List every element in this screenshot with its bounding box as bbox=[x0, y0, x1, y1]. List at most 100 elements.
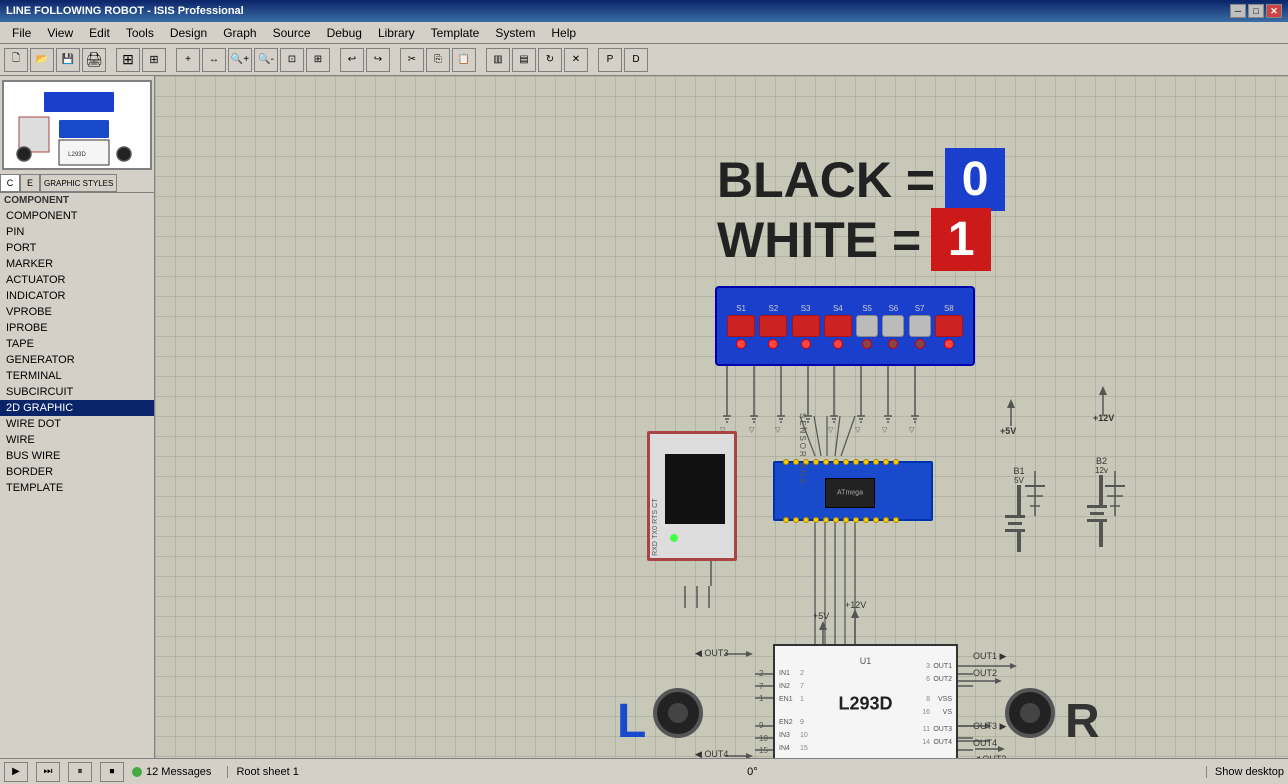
sensor-s7: S7 bbox=[909, 304, 931, 349]
white-value-box: 1 bbox=[931, 208, 991, 271]
block-move[interactable]: ▤ bbox=[512, 48, 536, 72]
out1-label: OUT1 ▶ bbox=[973, 651, 1006, 662]
menu-help[interactable]: Help bbox=[543, 24, 584, 42]
sensor-s5: S5 bbox=[856, 304, 878, 349]
component-list: COMPONENT PIN PORT MARKER ACTUATOR INDIC… bbox=[0, 208, 154, 758]
menubar: File View Edit Tools Design Graph Source… bbox=[0, 22, 1288, 44]
status-indicator bbox=[132, 767, 142, 777]
comp-item-actuator[interactable]: ACTUATOR bbox=[0, 272, 154, 288]
sensor-s1: S1 bbox=[727, 304, 755, 349]
print-button[interactable]: 🖨 bbox=[82, 48, 106, 72]
comp-item-2dgraphic[interactable]: 2D GRAPHIC bbox=[0, 400, 154, 416]
battery2-label: B2 bbox=[1095, 456, 1108, 466]
sensor-s2: S2 bbox=[759, 304, 787, 349]
comp-item-buswire[interactable]: BUS WIRE bbox=[0, 448, 154, 464]
tb-btn-4[interactable]: ↔ bbox=[202, 48, 226, 72]
comp-item-wiredot[interactable]: WIRE DOT bbox=[0, 416, 154, 432]
block-rotate[interactable]: ↻ bbox=[538, 48, 562, 72]
comp-item-terminal[interactable]: TERMINAL bbox=[0, 368, 154, 384]
battery-1: B1 5V bbox=[1013, 466, 1025, 552]
comp-item-component[interactable]: COMPONENT bbox=[0, 208, 154, 224]
comp-item-iprobe[interactable]: IPROBE bbox=[0, 320, 154, 336]
tb-btn-2[interactable]: ⊞ bbox=[142, 48, 166, 72]
comp-item-pin[interactable]: PIN bbox=[0, 224, 154, 240]
angle-display: 0° bbox=[747, 766, 758, 778]
zoom-out-button[interactable]: 🔍- bbox=[254, 48, 278, 72]
show-desktop[interactable]: Show desktop bbox=[1206, 766, 1284, 778]
pause-button[interactable]: ⏸ bbox=[68, 762, 92, 782]
comp-item-tape[interactable]: TAPE bbox=[0, 336, 154, 352]
lcd-led bbox=[670, 534, 678, 542]
block-copy[interactable]: ▥ bbox=[486, 48, 510, 72]
sensor-s6: S6 bbox=[882, 304, 904, 349]
comp-item-border[interactable]: BORDER bbox=[0, 464, 154, 480]
menu-library[interactable]: Library bbox=[370, 24, 423, 42]
comp-item-marker[interactable]: MARKER bbox=[0, 256, 154, 272]
zoom-in-button[interactable]: 🔍+ bbox=[228, 48, 252, 72]
tab-e[interactable]: E bbox=[20, 174, 40, 192]
black-label-group: BLACK = 0 bbox=[717, 148, 1005, 211]
comp-item-port[interactable]: PORT bbox=[0, 240, 154, 256]
vcc12v-label: +12V bbox=[1093, 413, 1114, 423]
tab-graphic[interactable]: GRAPHIC STYLES bbox=[40, 174, 117, 192]
minimize-button[interactable]: ─ bbox=[1230, 4, 1246, 18]
zoom-select-button[interactable]: ⊞ bbox=[306, 48, 330, 72]
undo-button[interactable]: ↩ bbox=[340, 48, 364, 72]
sheet-text: Root sheet 1 bbox=[227, 766, 298, 778]
lcd-pin-labels: RXDTX0RTSCT bbox=[652, 499, 659, 556]
out2-label: OUT2 bbox=[973, 668, 997, 678]
menu-edit[interactable]: Edit bbox=[81, 24, 118, 42]
tb-btn-1[interactable]: ⊞ bbox=[116, 48, 140, 72]
cut-button[interactable]: ✂ bbox=[400, 48, 424, 72]
zoom-fit-button[interactable]: ⊡ bbox=[280, 48, 304, 72]
play-button[interactable]: ▶ bbox=[4, 762, 28, 782]
lcd-screen bbox=[665, 454, 725, 524]
canvas-area[interactable]: BLACK = 0 WHITE = 1 S1 S2 bbox=[155, 76, 1288, 758]
menu-file[interactable]: File bbox=[4, 24, 39, 42]
menu-debug[interactable]: Debug bbox=[319, 24, 370, 42]
menu-design[interactable]: Design bbox=[162, 24, 215, 42]
tab-c[interactable]: C bbox=[0, 174, 20, 192]
new-button[interactable]: 🗋 bbox=[4, 48, 28, 72]
component-section-header: COMPONENT bbox=[0, 193, 154, 208]
schematic-canvas[interactable]: BLACK = 0 WHITE = 1 S1 S2 bbox=[155, 76, 1288, 758]
save-button[interactable]: 💾 bbox=[56, 48, 80, 72]
comp-item-generator[interactable]: GENERATOR bbox=[0, 352, 154, 368]
tb-btn-3[interactable]: + bbox=[176, 48, 200, 72]
comp-item-indicator[interactable]: INDICATOR bbox=[0, 288, 154, 304]
out3-left-label: ◀ OUT3 bbox=[695, 648, 728, 659]
close-button[interactable]: ✕ bbox=[1266, 4, 1282, 18]
arduino-board: ATmega bbox=[773, 461, 933, 521]
comp-item-wire[interactable]: WIRE bbox=[0, 432, 154, 448]
comp-item-subcircuit[interactable]: SUBCIRCUIT bbox=[0, 384, 154, 400]
arduino-chip: ATmega bbox=[825, 478, 875, 508]
stop-button[interactable]: ⏹ bbox=[100, 762, 124, 782]
paste-button[interactable]: 📋 bbox=[452, 48, 476, 72]
toolbar: 🗋 📂 💾 🖨 ⊞ ⊞ + ↔ 🔍+ 🔍- ⊡ ⊞ ↩ ↪ ✂ ⎘ 📋 ▥ ▤ … bbox=[0, 44, 1288, 76]
maximize-button[interactable]: □ bbox=[1248, 4, 1264, 18]
menu-view[interactable]: View bbox=[39, 24, 81, 42]
menu-tools[interactable]: Tools bbox=[118, 24, 162, 42]
open-button[interactable]: 📂 bbox=[30, 48, 54, 72]
sensor-s4: S4 bbox=[824, 304, 852, 349]
menu-template[interactable]: Template bbox=[423, 24, 488, 42]
block-delete[interactable]: ✕ bbox=[564, 48, 588, 72]
redo-button[interactable]: ↪ bbox=[366, 48, 390, 72]
status-info: 12 Messages bbox=[132, 766, 211, 778]
menu-system[interactable]: System bbox=[487, 24, 543, 42]
messages-text: 12 Messages bbox=[146, 766, 211, 778]
step-button[interactable]: ⏭ bbox=[36, 762, 60, 782]
motor-left bbox=[653, 688, 703, 738]
pick-devices[interactable]: P bbox=[598, 48, 622, 72]
comp-item-template[interactable]: TEMPLATE bbox=[0, 480, 154, 496]
comp-item-vprobe[interactable]: VPROBE bbox=[0, 304, 154, 320]
make-device[interactable]: D bbox=[624, 48, 648, 72]
copy-button[interactable]: ⎘ bbox=[426, 48, 450, 72]
menu-graph[interactable]: Graph bbox=[215, 24, 264, 42]
title-text: LINE FOLLOWING ROBOT - ISIS Professional bbox=[6, 5, 244, 17]
schematic-thumbnail: L293D bbox=[2, 80, 152, 170]
main-area: L293D C E GRAPHIC STYLES COMPONENT COMPO… bbox=[0, 76, 1288, 758]
menu-source[interactable]: Source bbox=[265, 24, 319, 42]
left-panel-tabs: C E GRAPHIC STYLES bbox=[0, 174, 154, 193]
thumbnail-preview: L293D bbox=[4, 82, 150, 168]
